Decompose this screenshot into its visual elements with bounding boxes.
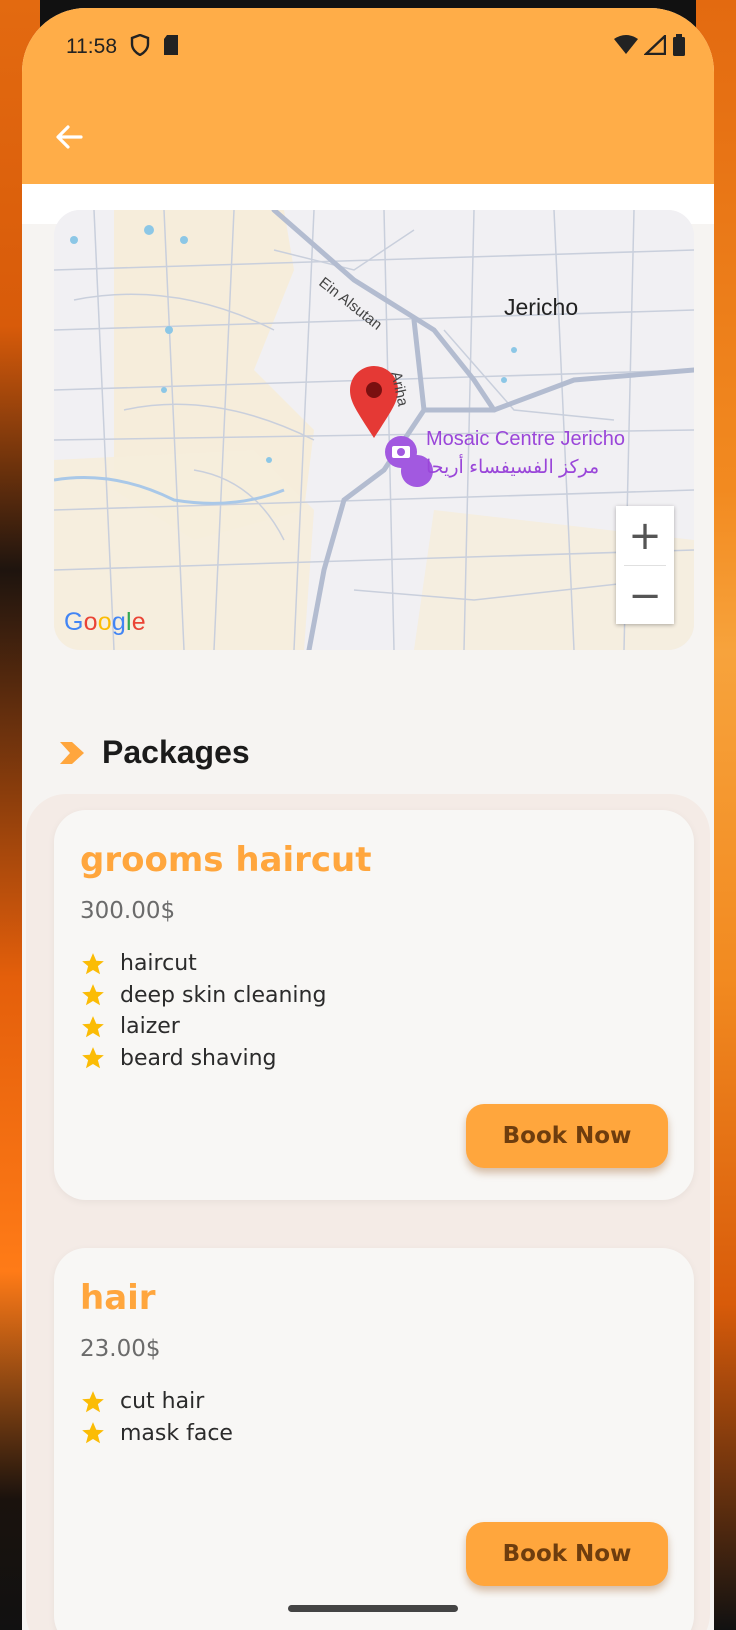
zoom-in-button[interactable]: + bbox=[616, 506, 674, 565]
package-card: grooms haircut 300.00$ haircut deep skin… bbox=[54, 810, 694, 1200]
status-bar: 11:58 bbox=[22, 8, 714, 88]
map-label-poi-ar[interactable]: مركز الفسيفساء أريحا bbox=[426, 456, 599, 479]
feature-list: cut hair mask face bbox=[80, 1386, 233, 1449]
app-screen: 11:58 Jericho Ein Alsutan Ariha Mosaic C… bbox=[22, 8, 714, 1630]
list-item: laizer bbox=[80, 1011, 326, 1043]
chevron-right-icon bbox=[60, 741, 84, 764]
star-icon bbox=[82, 1422, 104, 1444]
back-button[interactable] bbox=[52, 120, 86, 154]
star-icon bbox=[82, 984, 104, 1006]
package-price: 300.00$ bbox=[80, 898, 176, 924]
map-view[interactable]: Jericho Ein Alsutan Ariha Mosaic Centre … bbox=[54, 210, 694, 650]
package-price: 23.00$ bbox=[80, 1336, 161, 1362]
status-time: 11:58 bbox=[66, 35, 117, 58]
list-item: cut hair bbox=[80, 1386, 233, 1418]
zoom-out-button[interactable]: − bbox=[616, 566, 674, 625]
sd-card-icon bbox=[162, 34, 180, 60]
package-name: grooms haircut bbox=[80, 840, 372, 880]
book-now-button[interactable]: Book Now bbox=[466, 1104, 668, 1168]
star-icon bbox=[82, 1390, 104, 1413]
book-now-button[interactable]: Book Now bbox=[466, 1522, 668, 1586]
list-item: haircut bbox=[80, 948, 326, 980]
google-logo: Google bbox=[64, 608, 146, 636]
list-item: beard shaving bbox=[80, 1043, 326, 1075]
list-item: mask face bbox=[80, 1418, 233, 1450]
zoom-controls: + − bbox=[616, 506, 674, 624]
section-title: Packages bbox=[102, 734, 250, 770]
star-icon bbox=[82, 1047, 104, 1069]
map-label-city: Jericho bbox=[504, 294, 579, 320]
star-icon bbox=[82, 1015, 104, 1038]
cell-signal-icon bbox=[642, 33, 667, 59]
package-card: hair 23.00$ cut hair mask face Book Now bbox=[54, 1248, 694, 1630]
packages-heading: Packages bbox=[58, 734, 250, 771]
home-indicator[interactable] bbox=[288, 1605, 458, 1612]
arrow-left-icon bbox=[56, 125, 83, 149]
star-icon bbox=[82, 952, 104, 975]
package-name: hair bbox=[80, 1278, 156, 1318]
shield-icon bbox=[130, 33, 150, 60]
list-item: deep skin cleaning bbox=[80, 980, 326, 1012]
app-bar: 11:58 bbox=[22, 8, 714, 184]
battery-icon bbox=[672, 34, 686, 60]
feature-list: haircut deep skin cleaning laizer beard … bbox=[80, 948, 326, 1074]
map-label-poi-en[interactable]: Mosaic Centre Jericho bbox=[426, 428, 625, 451]
wifi-icon bbox=[614, 35, 638, 59]
